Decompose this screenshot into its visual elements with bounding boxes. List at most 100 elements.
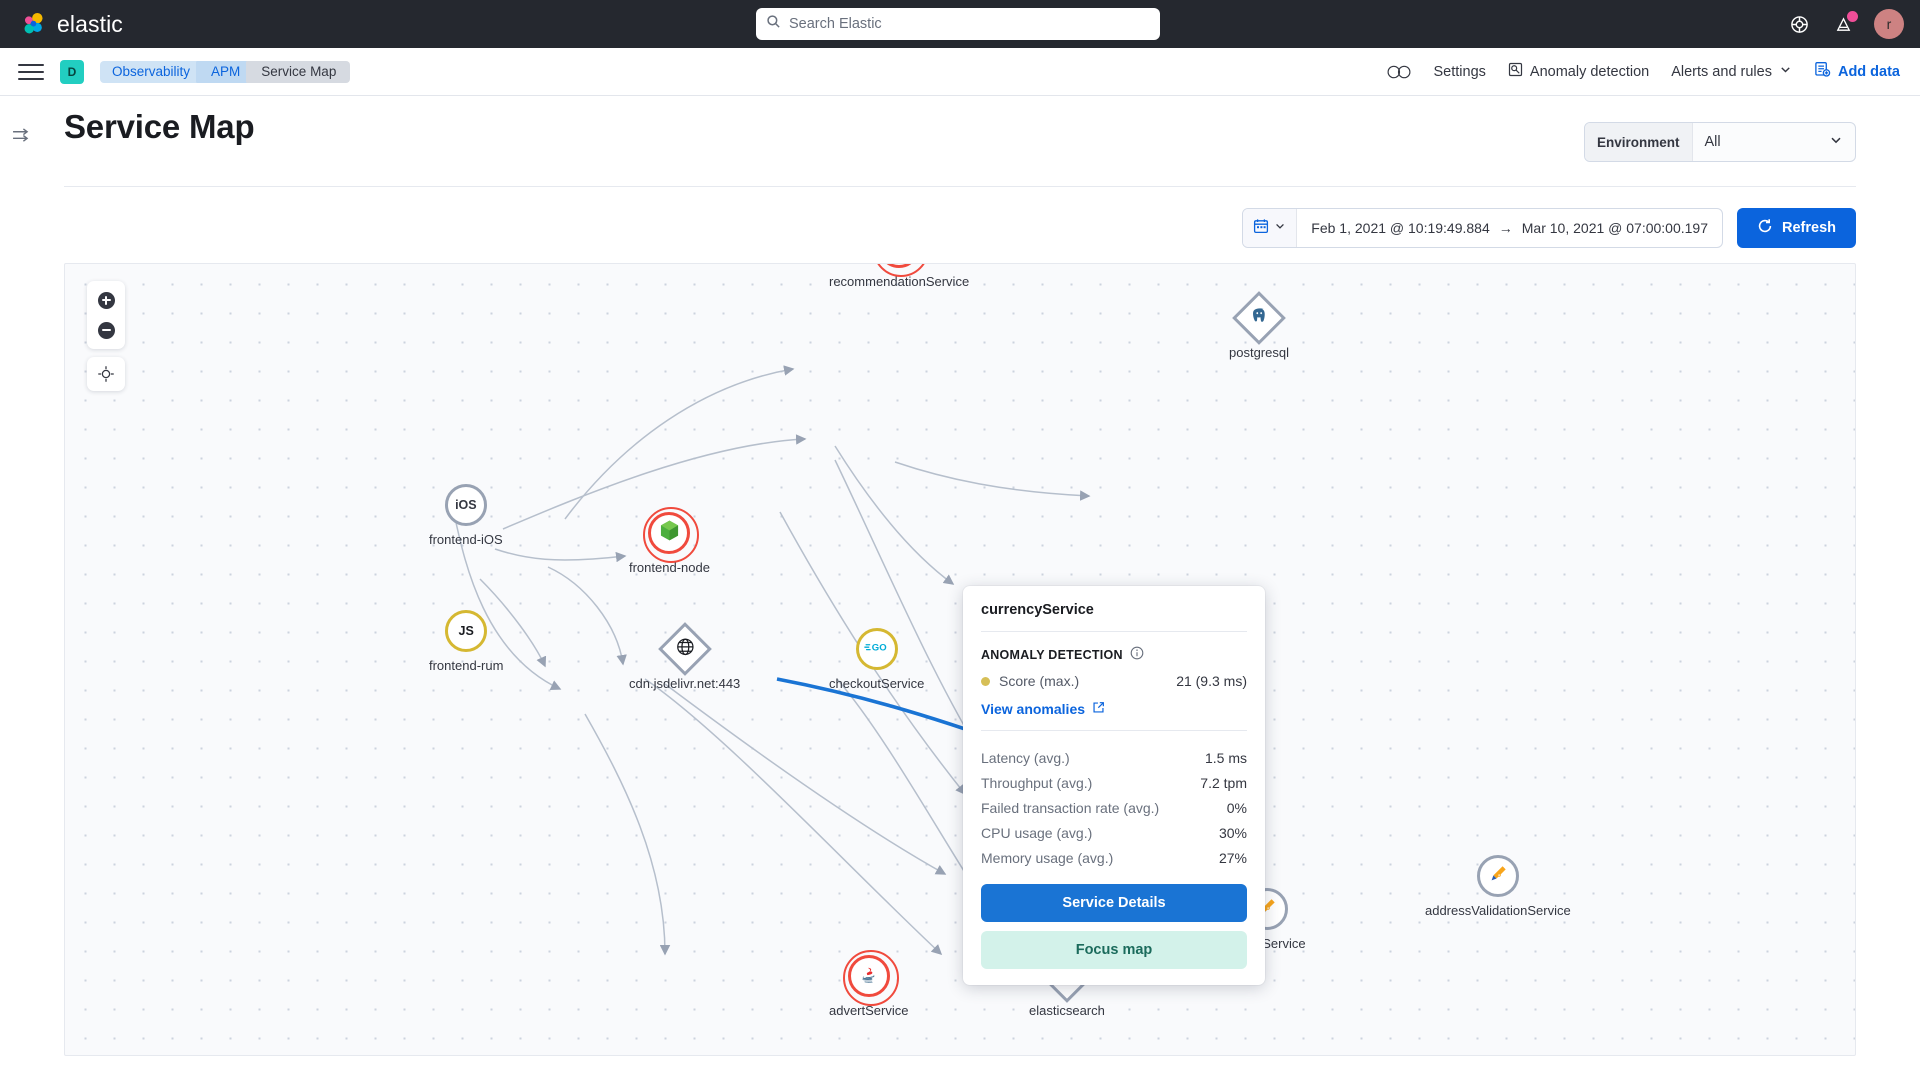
chevron-down-icon — [1274, 219, 1286, 237]
hamburger-menu-icon[interactable] — [18, 59, 44, 85]
anomaly-score-row: Score (max.) 21 (9.3 ms) — [981, 673, 1247, 689]
elastic-logo[interactable]: elastic — [0, 11, 123, 38]
node-label: postgresql — [1228, 345, 1289, 360]
node-frontend-iOS[interactable]: iOS frontend-iOS — [429, 484, 503, 549]
metric-row: Throughput (avg.) 7.2 tpm — [981, 770, 1247, 795]
metric-value: 1.5 ms — [1204, 749, 1247, 766]
refresh-button[interactable]: Refresh — [1737, 208, 1856, 248]
metric-row: Latency (avg.) 1.5 ms — [981, 745, 1247, 770]
node-label: frontend-node — [628, 560, 710, 575]
date-range-end: Mar 10, 2021 @ 07:00:00.197 — [1521, 220, 1708, 236]
breadcrumb-service-map[interactable]: Service Map — [247, 60, 351, 83]
chevron-down-icon — [1829, 133, 1843, 151]
focus-map-button[interactable]: Focus map — [981, 931, 1247, 969]
metric-row: CPU usage (avg.) 30% — [981, 820, 1247, 845]
node-label: checkoutService — [828, 676, 925, 691]
node-diamond[interactable] — [657, 622, 712, 676]
header-divider — [64, 186, 1856, 187]
zoom-out-icon[interactable] — [87, 315, 125, 345]
chevron-down-icon — [1779, 63, 1792, 80]
eye-glasses-icon[interactable] — [1386, 59, 1412, 85]
service-popup[interactable]: currencyService ANOMALY DETECTION Score … — [963, 586, 1265, 985]
zoom-in-icon[interactable] — [87, 285, 125, 315]
collapse-rail-icon[interactable] — [0, 128, 42, 143]
avatar[interactable]: r — [1874, 9, 1904, 39]
brand-name: elastic — [57, 10, 123, 37]
node-circle[interactable]: GO — [855, 628, 898, 670]
calendar-dropdown-button[interactable] — [1243, 209, 1298, 247]
left-rail — [0, 96, 42, 1080]
node-circle[interactable] — [1476, 855, 1519, 897]
refresh-icon — [1757, 218, 1773, 238]
nav-add-data-label: Add data — [1837, 63, 1900, 80]
go-icon: GO — [863, 640, 890, 659]
external-link-icon — [1092, 701, 1105, 717]
notification-badge — [1847, 11, 1858, 22]
popup-title: currencyService — [981, 602, 1094, 618]
space-badge[interactable]: D — [60, 59, 84, 84]
service-map-edges — [454, 365, 1091, 956]
nav-alerts-and-rules[interactable]: Alerts and rules — [1671, 63, 1792, 80]
nav-settings-label: Settings — [1433, 63, 1486, 80]
calendar-icon — [1253, 218, 1269, 239]
nav-add-data[interactable]: Add data — [1814, 61, 1900, 82]
node-circle[interactable]: JS — [445, 610, 488, 652]
date-range-value[interactable]: Feb 1, 2021 @ 10:19:49.884 → Mar 10, 202… — [1297, 220, 1722, 236]
breadcrumb-observability[interactable]: Observability — [100, 60, 209, 83]
environment-select[interactable]: All — [1693, 133, 1855, 151]
metrics-list: Latency (avg.) 1.5 ms Throughput (avg.) … — [981, 745, 1247, 870]
metric-row: Failed transaction rate (avg.) 0% — [981, 795, 1247, 820]
node-circle[interactable]: iOS — [444, 484, 487, 526]
anomaly-detection-label: ANOMALY DETECTION — [981, 647, 1123, 662]
node-cdn-jsdelivr[interactable]: cdn.jsdelivr.net:443 — [628, 622, 741, 693]
node-recommendationService[interactable]: recommendationService — [829, 264, 970, 291]
node-label: elasticsearch — [1029, 1003, 1105, 1018]
node-frontend-node[interactable]: frontend-node — [628, 507, 710, 577]
service-map-canvas[interactable]: recommendationService postgresql iOS fro… — [64, 263, 1856, 1056]
node-circle[interactable] — [643, 507, 700, 563]
node-circle[interactable] — [842, 950, 899, 1006]
metric-value: 7.2 tpm — [1200, 774, 1247, 791]
search-input[interactable] — [789, 16, 1150, 32]
node-diamond[interactable] — [1232, 291, 1286, 345]
nav-anomaly-detection[interactable]: Anomaly detection — [1508, 62, 1649, 81]
node-checkoutService[interactable]: GO checkoutService — [829, 628, 924, 693]
popup-divider — [981, 730, 1247, 731]
elastic-logo-icon — [20, 11, 47, 38]
help-icon[interactable] — [1786, 11, 1812, 37]
ml-icon — [1508, 62, 1523, 81]
date-range-start: Feb 1, 2021 @ 10:19:49.884 — [1311, 220, 1490, 236]
search-icon — [766, 14, 781, 34]
score-label: Score (max.) — [999, 673, 1080, 689]
node-postgresql[interactable]: postgresql — [1228, 291, 1289, 362]
environment-filter[interactable]: Environment All — [1584, 122, 1856, 162]
metric-label: Memory usage (avg.) — [981, 849, 1114, 866]
breadcrumb: Observability APM Service Map — [100, 60, 351, 83]
nav-anomaly-label: Anomaly detection — [1529, 63, 1650, 80]
environment-value: All — [1704, 134, 1721, 150]
page-header: Service Map Environment All — [64, 108, 1856, 162]
view-anomalies-link[interactable]: View anomalies — [981, 701, 1247, 717]
score-value: 21 (9.3 ms) — [1176, 673, 1247, 689]
global-search[interactable] — [756, 8, 1160, 40]
postgresql-icon — [1249, 306, 1268, 330]
date-range-arrow-icon: → — [1498, 220, 1513, 236]
node-label: recommendationService — [829, 274, 970, 289]
chevron-right-icon — [196, 60, 209, 83]
node-advertService[interactable]: advertService — [829, 950, 908, 1020]
nav-alerts-label: Alerts and rules — [1671, 63, 1772, 80]
notifications-icon[interactable] — [1830, 11, 1858, 37]
node-label: frontend-rum — [428, 658, 504, 673]
node-circle[interactable] — [873, 264, 930, 277]
nav-settings[interactable]: Settings — [1434, 64, 1486, 80]
severity-dot — [981, 676, 990, 686]
node-label: cdn.jsdelivr.net:443 — [628, 676, 741, 691]
center-map-icon[interactable] — [87, 357, 125, 391]
service-details-button[interactable]: Service Details — [981, 884, 1247, 922]
node-frontend-rum[interactable]: JS frontend-rum — [429, 610, 503, 675]
info-icon[interactable] — [1130, 646, 1144, 663]
date-picker[interactable]: Feb 1, 2021 @ 10:19:49.884 → Mar 10, 202… — [1242, 208, 1723, 248]
node-addressValidationService[interactable]: addressValidationService — [1425, 855, 1571, 920]
metric-value: 0% — [1226, 799, 1247, 816]
global-header: elastic r — [0, 0, 1920, 48]
